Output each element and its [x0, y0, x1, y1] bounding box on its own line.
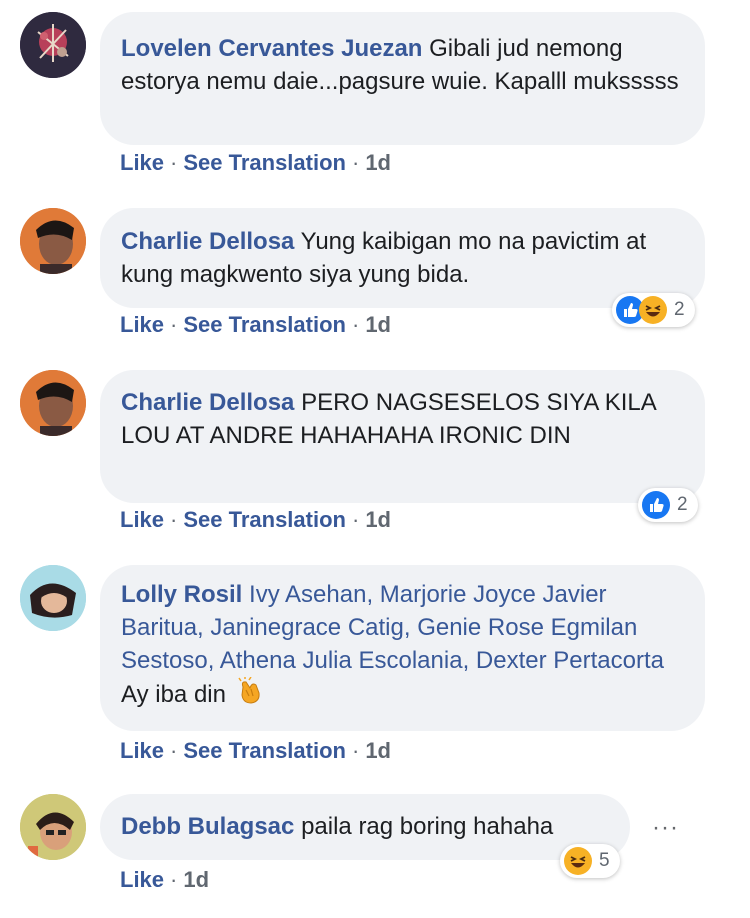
separator: · [170, 312, 178, 337]
tagged-user[interactable]: Ivy Asehan [249, 581, 366, 608]
reaction-count: 2 [674, 299, 685, 320]
like-link[interactable]: Like [120, 738, 164, 763]
like-link[interactable]: Like [120, 150, 164, 175]
tag-separator: , [403, 614, 418, 641]
tagged-user[interactable]: Athena Julia Escolania [220, 647, 463, 674]
more-options-icon[interactable]: ··· [652, 814, 679, 842]
timestamp[interactable]: 1d [365, 507, 391, 532]
timestamp[interactable]: 1d [365, 738, 391, 763]
comment-actions: Like · See Translation · 1d [120, 736, 391, 766]
separator: · [351, 507, 360, 532]
separator: · [170, 867, 178, 892]
separator: · [170, 507, 178, 532]
see-translation-link[interactable]: See Translation [183, 738, 346, 763]
comment-bubble: Charlie Dellosa Yung kaibigan mo na pavi… [100, 208, 705, 308]
comment-bubble: Charlie Dellosa PERO NAGSESELOS SIYA KIL… [100, 370, 705, 503]
avatar[interactable] [20, 208, 86, 274]
timestamp[interactable]: 1d [365, 312, 391, 337]
avatar[interactable] [20, 12, 86, 78]
separator: · [170, 738, 178, 763]
comment-author[interactable]: Charlie Dellosa [121, 389, 294, 416]
tagged-user[interactable]: Dexter Pertacorta [476, 647, 664, 674]
haha-icon [639, 296, 667, 324]
see-translation-link[interactable]: See Translation [183, 312, 346, 337]
reactions-badge[interactable]: 2 [612, 293, 695, 327]
tag-separator: , [207, 647, 220, 674]
comment-text: paila rag boring hahaha [301, 813, 554, 840]
comment-actions: Like · See Translation · 1d [120, 505, 391, 535]
comment-actions: Like · See Translation · 1d [120, 148, 391, 178]
comment-actions: Like · See Translation · 1d [120, 310, 391, 340]
see-translation-link[interactable]: See Translation [183, 150, 346, 175]
comment-bubble: Lolly Rosil Ivy Asehan, Marjorie Joyce J… [100, 565, 705, 731]
timestamp[interactable]: 1d [365, 150, 391, 175]
reaction-count: 5 [599, 850, 610, 871]
avatar[interactable] [20, 794, 86, 860]
like-link[interactable]: Like [120, 507, 164, 532]
like-link[interactable]: Like [120, 312, 164, 337]
tag-separator: , [462, 647, 476, 674]
comment-author[interactable]: Charlie Dellosa [121, 228, 294, 255]
avatar[interactable] [20, 370, 86, 436]
tagged-user[interactable]: Janinegrace Catig [210, 614, 403, 641]
separator: · [351, 150, 360, 175]
separator: · [170, 150, 178, 175]
reactions-badge[interactable]: 2 [638, 488, 698, 522]
like-link[interactable]: Like [120, 867, 164, 892]
timestamp[interactable]: 1d [183, 867, 209, 892]
avatar[interactable] [20, 565, 86, 631]
like-icon [642, 491, 670, 519]
tag-separator: , [197, 614, 211, 641]
see-translation-link[interactable]: See Translation [183, 507, 346, 532]
reaction-count: 2 [677, 494, 688, 515]
comment-author[interactable]: Debb Bulagsac [121, 813, 294, 840]
comment-bubble: Debb Bulagsac paila rag boring hahaha [100, 794, 630, 860]
separator: · [351, 738, 360, 763]
comment-text: Ay iba din [121, 680, 226, 708]
comment-author[interactable]: Lovelen Cervantes Juezan [121, 35, 422, 62]
clapping-hands-icon [237, 676, 263, 714]
haha-icon [564, 847, 592, 875]
comment-author[interactable]: Lolly Rosil [121, 581, 242, 608]
comment-bubble: Lovelen Cervantes Juezan Gibali jud nemo… [100, 12, 705, 145]
comment-actions: Like · 1d [120, 865, 209, 895]
reactions-badge[interactable]: 5 [560, 844, 620, 878]
tag-separator: , [366, 581, 380, 608]
separator: · [351, 312, 360, 337]
